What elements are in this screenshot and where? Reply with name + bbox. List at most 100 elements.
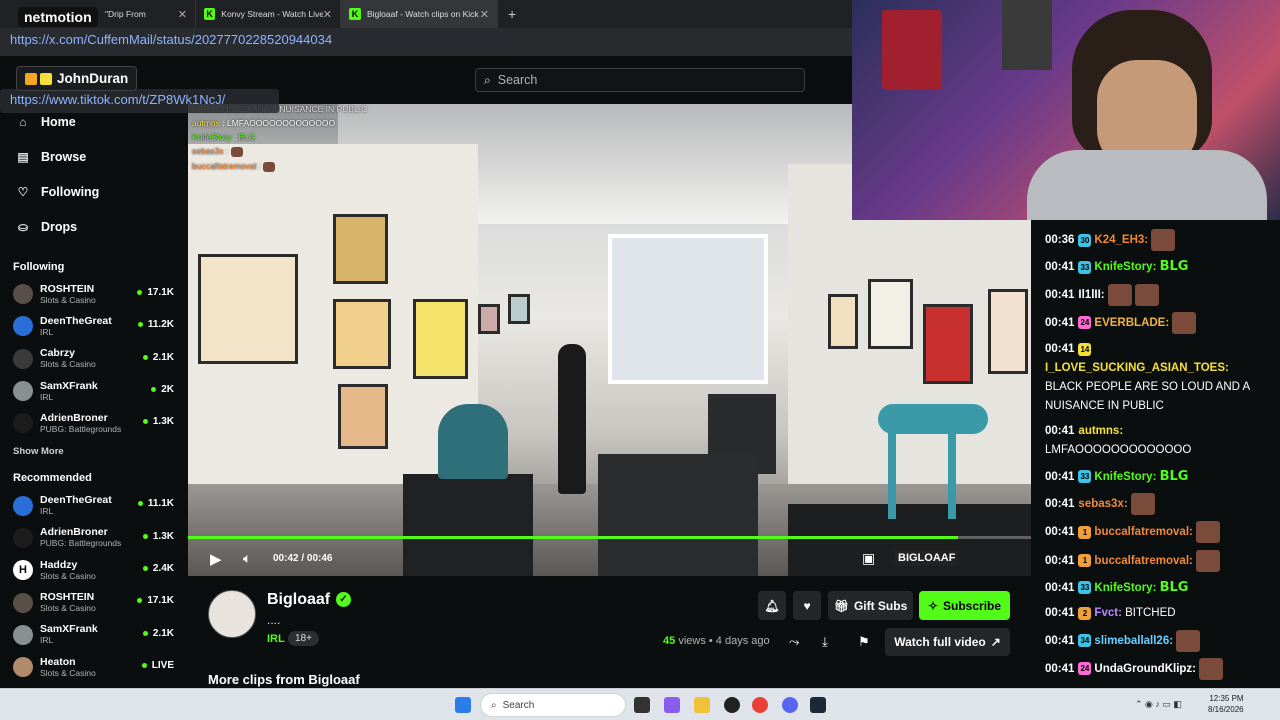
channel-item[interactable]: AdrienBroner PUBG: Battlegrounds 1.3K: [0, 407, 188, 439]
watch-full-video-button[interactable]: Watch full video ↗: [885, 628, 1010, 656]
nav-following[interactable]: ♡ Following: [0, 174, 188, 209]
person-shirt: [1027, 150, 1267, 220]
overlay-user: sebas3x: [192, 146, 224, 156]
system-tray-icons[interactable]: ⌃ ◉ ♪ ▭ ◧: [1135, 699, 1182, 710]
live-dot-icon: [137, 598, 143, 604]
app-icon[interactable]: [724, 697, 740, 713]
artwork: [333, 299, 391, 369]
viewer-count: 2.1K: [142, 352, 174, 363]
start-icon[interactable]: [455, 697, 471, 713]
search-input[interactable]: ⌕ Search: [475, 68, 805, 92]
task-view-icon[interactable]: [634, 697, 650, 713]
browser-tab[interactable]: K Konvy Stream - Watch Live on ✕: [196, 0, 341, 28]
channel-item[interactable]: ROSHTEIN Slots & Casino 17.1K: [0, 586, 188, 618]
browser-tab-active[interactable]: K Bigloaaf - Watch clips on Kick ✕: [341, 0, 498, 28]
channel-category: PUBG: Battlegrounds: [40, 423, 122, 434]
chat-panel: 00:36 30 K24_EH3: 00:41 33 KnifeStory: BLG 00…: [1031, 220, 1280, 688]
download-icon[interactable]: ⤓: [822, 634, 828, 650]
heart-icon[interactable]: ♥: [793, 591, 821, 620]
chat-text: BLG: [1159, 259, 1189, 275]
artwork: [198, 254, 298, 364]
chrome-icon[interactable]: [752, 697, 768, 713]
steam-icon[interactable]: [810, 697, 826, 713]
chat-username[interactable]: KnifeStory:: [1094, 582, 1156, 594]
close-icon[interactable]: ✕: [178, 8, 187, 21]
live-dot-icon: [142, 566, 148, 572]
time-total: 00:46: [306, 553, 333, 564]
chat-username[interactable]: Fvct:: [1094, 607, 1121, 619]
recommended-list: DeenTheGreat IRL 11.1K AdrienBroner PUBG: B…: [0, 489, 188, 683]
clock-time: 12:35 PM: [1209, 694, 1244, 703]
crown-icon: [40, 72, 52, 85]
chat-username[interactable]: UndaGroundKlipz:: [1094, 663, 1196, 675]
clip-category[interactable]: IRL: [267, 633, 285, 645]
following-list: ROSHTEIN Slots & Casino 17.1K DeenTheGreat…: [0, 278, 188, 439]
discord-icon[interactable]: [782, 697, 798, 713]
channel-avatar[interactable]: [208, 590, 256, 638]
seek-bar[interactable]: [188, 536, 1031, 539]
nav-browse[interactable]: ▤ Browse: [0, 139, 188, 174]
channel-item[interactable]: H Haddzy Slots & Casino 2.4K: [0, 554, 188, 586]
channel-item[interactable]: Cabrzy Slots & Casino 2.1K: [0, 343, 188, 375]
show-more-button[interactable]: Show More: [0, 439, 188, 463]
chat-timestamp: 00:41: [1045, 425, 1075, 438]
watermark-logo: BIGLOAAF: [894, 550, 960, 566]
bell-icon[interactable]: 🔔︎: [758, 591, 786, 620]
channel-name[interactable]: Bigloaaf: [267, 591, 330, 609]
subscriber-badge: 2: [1078, 606, 1092, 620]
report-icon[interactable]: ⚑: [858, 634, 870, 650]
views-label: views: [678, 635, 706, 647]
share-icon[interactable]: ⤳: [789, 634, 799, 650]
chat-username[interactable]: autmns:: [1078, 425, 1123, 437]
live-dot-icon: [141, 662, 147, 668]
channel-name: AdrienBroner: [40, 526, 108, 539]
viewer-count: 17.1K: [137, 287, 174, 298]
chat-username[interactable]: I_LOVE_SUCKING_ASIAN_TOES:: [1045, 362, 1229, 374]
gift-subs-button[interactable]: 🎁︎ Gift Subs: [828, 591, 913, 620]
copilot-icon[interactable]: [664, 697, 680, 713]
viewer-count: 17.1K: [137, 595, 174, 606]
emote-icon: [1135, 283, 1160, 306]
channel-item[interactable]: ROSHTEIN Slots & Casino 17.1K: [0, 278, 188, 310]
windows-taskbar: ⌕ Search ⌃ ◉ ♪ ▭ ◧ 12:35 PM 8/16/2026: [0, 688, 1280, 720]
volume-icon[interactable]: 🔈︎: [243, 550, 251, 567]
chat-timestamp: 00:41: [1045, 316, 1075, 329]
username: JohnDuran: [57, 71, 129, 86]
play-icon[interactable]: ▶: [210, 550, 222, 568]
gallery-window: [608, 234, 768, 384]
chat-username[interactable]: sebas3x:: [1078, 498, 1127, 510]
chat-username[interactable]: buccalfatremoval:: [1094, 555, 1192, 567]
chat-username[interactable]: EVERBLADE:: [1094, 317, 1169, 329]
pip-icon[interactable]: ▣: [862, 550, 875, 567]
browser-tab-bar: "Drip From ✕ K Konvy Stream - Watch Live…: [0, 0, 852, 28]
viewer-count-text: 1.3K: [152, 416, 174, 428]
chat-username[interactable]: K24_EH3:: [1094, 234, 1148, 246]
channel-item[interactable]: AdrienBroner PUBG: Battlegrounds 1.3K: [0, 522, 188, 554]
person-figure: [558, 344, 586, 494]
chat-username[interactable]: KnifeStory:: [1094, 261, 1156, 273]
chat-username[interactable]: Il1lII:: [1078, 289, 1104, 301]
channel-item[interactable]: Heaton Slots & Casino LIVE: [0, 651, 188, 683]
nav-drops[interactable]: ⛀ Drops: [0, 209, 188, 244]
new-tab-button[interactable]: +: [508, 6, 516, 22]
clock[interactable]: 12:35 PM 8/16/2026: [1208, 693, 1244, 715]
verified-icon: ✓: [336, 592, 351, 607]
chat-username[interactable]: KnifeStory:: [1094, 471, 1156, 483]
file-explorer-icon[interactable]: [694, 697, 710, 713]
taskbar-search[interactable]: ⌕ Search: [480, 693, 626, 717]
channel-item[interactable]: DeenTheGreat IRL 11.1K: [0, 489, 188, 521]
subscriber-badge: 1: [1078, 525, 1092, 539]
subscribe-button[interactable]: ✧ Subscribe: [919, 591, 1010, 620]
star-icon: ✧: [927, 598, 939, 613]
chat-username[interactable]: buccalfatremoval:: [1094, 526, 1192, 538]
close-icon[interactable]: ✕: [323, 8, 332, 21]
chat-text: BLG: [1159, 468, 1189, 484]
chat-message: 00:41 2 Fvct: BITCHED: [1031, 604, 1280, 623]
channel-item[interactable]: SamXFrank IRL 2K: [0, 375, 188, 407]
channel-item[interactable]: DeenTheGreat IRL 11.2K: [0, 310, 188, 342]
chat-username[interactable]: slimeballall26:: [1094, 635, 1173, 647]
avatar: [13, 348, 33, 369]
chat-text: BLACK PEOPLE ARE SO LOUD AND A NUISANCE …: [1045, 381, 1250, 413]
close-icon[interactable]: ✕: [480, 8, 489, 21]
channel-item[interactable]: SamXFrank IRL 2.1K: [0, 619, 188, 651]
